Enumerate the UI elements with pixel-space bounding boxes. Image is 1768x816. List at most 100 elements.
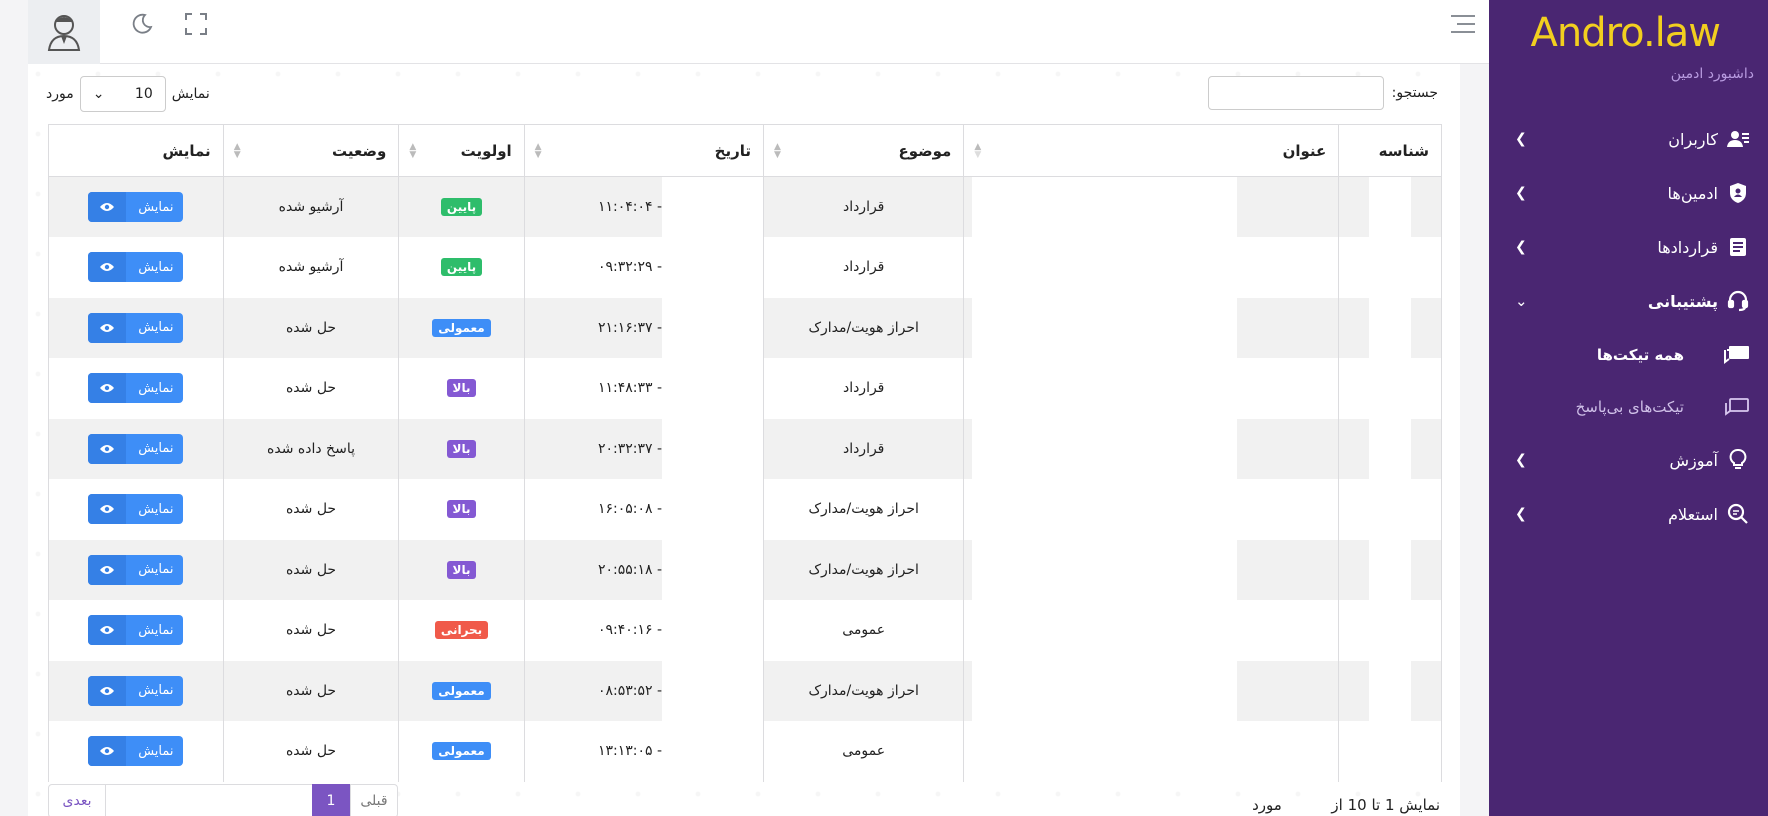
priority-badge: بحرانی: [434, 621, 489, 640]
brand-logo[interactable]: Andro.law: [1531, 10, 1721, 56]
prev-page-button[interactable]: قبلی: [350, 784, 398, 816]
cell-status: حل شده: [222, 721, 400, 782]
view-button[interactable]: نمایش: [88, 675, 184, 706]
page-1-button[interactable]: 1: [312, 784, 350, 816]
cell-priority: بحرانی: [398, 600, 525, 661]
cell-view: نمایش: [48, 539, 224, 600]
eye-icon: [88, 192, 127, 222]
cell-title: [963, 418, 1340, 479]
user-avatar-icon: [47, 15, 81, 51]
search-input[interactable]: [1207, 76, 1384, 110]
cell-status: آرشیو شده: [222, 176, 400, 237]
sidebar-item-label: پشتیبانی: [1647, 291, 1718, 311]
sidebar-subitem-unanswered-tickets[interactable]: تیکت‌های بی‌پاسخ: [1489, 389, 1768, 425]
cell-date: ۲۰:۵۵:۱۸ -: [523, 539, 765, 600]
header-id[interactable]: شناسه: [1338, 124, 1442, 177]
sidebar-subitem-all-tickets[interactable]: همه تیکت‌ها: [1489, 337, 1768, 373]
sidebar-item-users[interactable]: کاربران ❯: [1489, 119, 1768, 159]
view-button[interactable]: نمایش: [88, 736, 184, 767]
view-button[interactable]: نمایش: [88, 433, 184, 464]
view-button[interactable]: نمایش: [88, 312, 184, 343]
cell-priority: پایین: [398, 237, 525, 298]
cell-date: ۰۹:۳۲:۲۹ -: [523, 237, 765, 298]
eye-icon: [88, 736, 127, 767]
sidebar-item-support[interactable]: پشتیبانی ⌄: [1489, 281, 1768, 321]
date-value: ۲۱:۱۶:۳۷ -: [597, 319, 663, 336]
priority-badge: بالا: [446, 379, 477, 398]
table-row: عمومی ۱۳:۱۳:۰۵ - معمولی حل شده نمایش: [48, 721, 1442, 782]
view-button[interactable]: نمایش: [88, 252, 184, 283]
view-button[interactable]: نمایش: [88, 615, 184, 646]
cell-priority: بالا: [398, 418, 525, 479]
view-button[interactable]: نمایش: [88, 494, 184, 525]
sidebar-item-label: کاربران: [1668, 129, 1718, 149]
header-title[interactable]: عنوان ▲ ▼: [963, 124, 1340, 177]
eye-icon: [88, 312, 127, 343]
eye-icon: [88, 373, 127, 404]
pagination-spacer: [106, 784, 312, 816]
cell-subject: احراز هویت/مدارک: [763, 297, 965, 358]
cell-date: ۱۱:۰۴:۰۴ -: [523, 176, 765, 237]
avatar[interactable]: [28, 0, 100, 64]
chevron-left-icon: ❯: [1515, 131, 1527, 147]
cell-view: نمایش: [48, 418, 224, 479]
cell-date: ۱۳:۱۳:۰۵ -: [523, 721, 765, 782]
document-icon: [1726, 235, 1750, 259]
sidebar-item-contracts[interactable]: قراردادها ❯: [1489, 227, 1768, 267]
view-button-label: نمایش: [138, 259, 174, 275]
view-button[interactable]: نمایش: [88, 373, 184, 404]
date-value: ۲۰:۳۲:۳۷ -: [597, 440, 663, 457]
cell-priority: بالا: [398, 539, 525, 600]
fullscreen-icon[interactable]: [182, 10, 210, 38]
date-value: ۰۹:۴۰:۱۶ -: [597, 622, 663, 639]
page-length-select[interactable]: ⌄ 10: [79, 76, 166, 112]
cell-id: [1338, 176, 1442, 237]
eye-icon: [88, 252, 127, 283]
date-value: ۱۳:۱۳:۰۵ -: [597, 743, 663, 760]
header-status[interactable]: وضعیت ▲ ▼: [222, 124, 400, 177]
header-date[interactable]: تاریخ ▲ ▼: [523, 124, 765, 177]
view-button[interactable]: نمایش: [88, 192, 184, 222]
cell-id: [1338, 479, 1442, 540]
view-button[interactable]: نمایش: [88, 554, 184, 585]
cell-subject: عمومی: [763, 721, 965, 782]
cell-date: ۱۶:۰۵:۰۸ -: [523, 479, 765, 540]
tickets-table: شناسه عنوان ▲ ▼ موضوع ▲ ▼ تاریخ ▲ ▼ اولویت ▲ ▼ و…: [48, 124, 1442, 782]
chat-icon: [1724, 345, 1750, 365]
table-row: احراز هویت/مدارک ۱۶:۰۵:۰۸ - بالا حل شده …: [48, 479, 1442, 540]
cell-id: [1338, 297, 1442, 358]
show-label: نمایش: [171, 86, 210, 102]
sidebar-item-training[interactable]: آموزش ❯: [1489, 440, 1768, 480]
cell-status: حل شده: [222, 358, 400, 419]
chat-outline-icon: [1724, 397, 1750, 417]
cell-subject: عمومی: [763, 600, 965, 661]
date-value: ۰۸:۵۳:۵۲ -: [597, 682, 663, 699]
dark-mode-icon[interactable]: [128, 10, 156, 38]
chevron-left-icon: ❯: [1515, 506, 1527, 522]
sort-icon: ▲ ▼: [233, 142, 241, 160]
header-priority[interactable]: اولویت ▲ ▼: [398, 124, 525, 177]
view-button-label: نمایش: [138, 320, 174, 336]
page-length-control: نمایش ⌄ 10 مورد: [46, 76, 210, 112]
header-subject[interactable]: موضوع ▲ ▼: [763, 124, 965, 177]
cell-title: [963, 721, 1340, 782]
cell-priority: بالا: [398, 479, 525, 540]
next-page-button[interactable]: بعدی: [48, 784, 106, 816]
hamburger-menu-icon[interactable]: [1447, 12, 1477, 36]
cell-view: نمایش: [48, 479, 224, 540]
headset-icon: [1726, 289, 1750, 313]
sort-icon: ▲ ▼: [974, 142, 982, 160]
chevron-down-icon: ⌄: [92, 86, 105, 102]
cell-id: [1338, 721, 1442, 782]
cell-status: حل شده: [222, 297, 400, 358]
sidebar-item-inquiry[interactable]: استعلام ❯: [1489, 494, 1768, 534]
header-view: نمایش: [48, 124, 224, 177]
table-info: نمایش 1 تا 10 از مورد: [1252, 796, 1440, 814]
priority-badge: پایین: [440, 198, 483, 216]
cell-view: نمایش: [48, 176, 224, 237]
search-label: جستجو:: [1391, 85, 1438, 101]
sidebar-subitem-label: همه تیکت‌ها: [1596, 346, 1684, 364]
sidebar-item-admins[interactable]: ادمین‌ها ❯: [1489, 173, 1768, 213]
table-row: احراز هویت/مدارک ۲۱:۱۶:۳۷ - معمولی حل شد…: [48, 297, 1442, 358]
cell-title: [963, 237, 1340, 298]
